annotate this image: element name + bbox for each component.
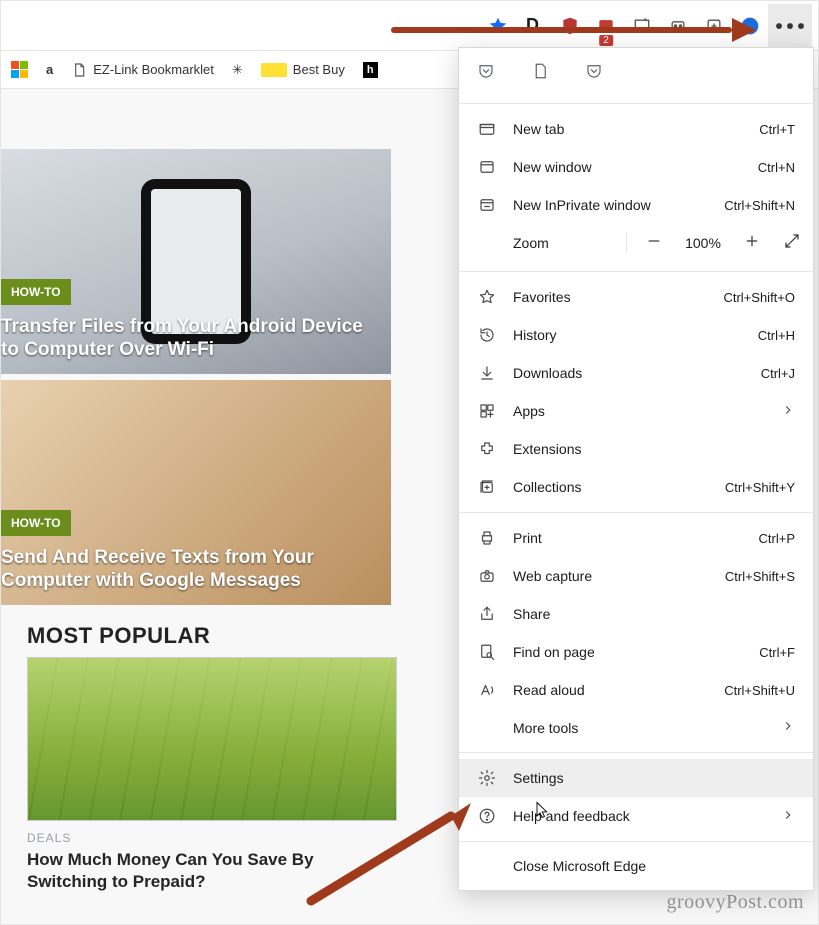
menu-share[interactable]: Share: [459, 595, 813, 633]
page-icon: [71, 62, 87, 78]
zoom-value: 100%: [681, 235, 725, 251]
bookmark-bestbuy[interactable]: Best Buy: [261, 62, 345, 77]
pocket-icon[interactable]: [585, 62, 603, 83]
bookmark-label: Best Buy: [293, 62, 345, 77]
menu-extension-row: [459, 48, 813, 97]
help-icon: [477, 807, 497, 825]
zoom-out-button[interactable]: [645, 232, 663, 253]
menu-downloads[interactable]: Downloads Ctrl+J: [459, 354, 813, 392]
pocket-icon[interactable]: [477, 62, 495, 83]
window-icon: [477, 158, 497, 176]
watermark: groovyPost.com: [666, 891, 804, 914]
article-title: Transfer Files from Your Android Device …: [1, 315, 381, 363]
menu-settings[interactable]: Settings: [459, 759, 813, 797]
menu-extensions[interactable]: Extensions: [459, 430, 813, 468]
new-tab-icon: [477, 120, 497, 138]
browser-toolbar: D.: [1, 1, 818, 51]
menu-favorites[interactable]: Favorites Ctrl+Shift+O: [459, 278, 813, 316]
popular-title: How Much Money Can You Save By Switching…: [27, 849, 397, 893]
gear-icon: [477, 769, 497, 787]
bookmark-walmart[interactable]: ✳: [232, 62, 243, 78]
menu-collections[interactable]: Collections Ctrl+Shift+Y: [459, 468, 813, 506]
download-icon: [477, 364, 497, 382]
chevron-right-icon: [781, 808, 795, 825]
favorite-star-icon[interactable]: [480, 8, 516, 44]
menu-find-on-page[interactable]: Find on page Ctrl+F: [459, 633, 813, 671]
collections-icon: [477, 478, 497, 496]
hulu-icon: h: [363, 62, 378, 78]
settings-and-more-menu: New tab Ctrl+T New window Ctrl+N New InP…: [458, 47, 814, 891]
article-category-tag: HOW-TO: [1, 510, 71, 536]
menu-new-inprivate[interactable]: New InPrivate window Ctrl+Shift+N: [459, 186, 813, 224]
menu-web-capture[interactable]: Web capture Ctrl+Shift+S: [459, 557, 813, 595]
extensions-icon: [477, 440, 497, 458]
search-page-icon: [477, 643, 497, 661]
chevron-right-icon: [781, 403, 795, 420]
menu-zoom: Zoom 100%: [459, 224, 813, 265]
extension-inbox-icon[interactable]: [588, 8, 624, 44]
menu-new-window[interactable]: New window Ctrl+N: [459, 148, 813, 186]
zoom-in-button[interactable]: [743, 232, 761, 253]
collections-toolbar-icon[interactable]: [696, 8, 732, 44]
profile-avatar-icon[interactable]: [732, 8, 768, 44]
history-icon: [477, 326, 497, 344]
fullscreen-button[interactable]: [783, 232, 801, 253]
bookmark-label: EZ-Link Bookmarklet: [93, 62, 214, 77]
apps-icon: [477, 402, 497, 420]
bookmark-hulu[interactable]: h: [363, 62, 378, 78]
bestbuy-tag-icon: [261, 63, 287, 77]
menu-apps[interactable]: Apps: [459, 392, 813, 430]
menu-new-tab[interactable]: New tab Ctrl+T: [459, 110, 813, 148]
read-aloud-icon: [477, 681, 497, 699]
menu-read-aloud[interactable]: Read aloud Ctrl+Shift+U: [459, 671, 813, 709]
menu-help[interactable]: Help and feedback: [459, 797, 813, 835]
print-icon: [477, 529, 497, 547]
extension-chat-icon[interactable]: [624, 8, 660, 44]
popular-card[interactable]: DEALS How Much Money Can You Save By Swi…: [27, 657, 397, 893]
bookmark-microsoft[interactable]: [11, 61, 28, 78]
menu-close-edge[interactable]: Close Microsoft Edge: [459, 848, 813, 884]
camera-icon: [477, 567, 497, 585]
popular-image: [27, 657, 397, 821]
bookmark-ezlink[interactable]: EZ-Link Bookmarklet: [71, 62, 214, 78]
zoom-label: Zoom: [477, 235, 626, 251]
settings-and-more-button[interactable]: [768, 4, 812, 48]
inprivate-icon: [477, 196, 497, 214]
extension-shield-icon[interactable]: [552, 8, 588, 44]
menu-more-tools[interactable]: More tools: [459, 709, 813, 746]
file-icon[interactable]: [531, 62, 549, 83]
article-title: Send And Receive Texts from Your Compute…: [1, 546, 381, 594]
article-card[interactable]: HOW-TO Transfer Files from Your Android …: [1, 149, 391, 374]
microsoft-icon: [11, 61, 28, 78]
article-category-tag: HOW-TO: [1, 279, 71, 305]
chevron-right-icon: [781, 719, 795, 736]
popular-category: DEALS: [27, 831, 397, 845]
menu-print[interactable]: Print Ctrl+P: [459, 519, 813, 557]
extension-d-icon[interactable]: D.: [516, 8, 552, 44]
article-card[interactable]: HOW-TO Send And Receive Texts from Your …: [1, 380, 391, 605]
bookmark-amazon[interactable]: a: [46, 62, 53, 77]
share-icon: [477, 605, 497, 623]
extension-robot-icon[interactable]: [660, 8, 696, 44]
star-outline-icon: [477, 288, 497, 306]
menu-history[interactable]: History Ctrl+H: [459, 316, 813, 354]
